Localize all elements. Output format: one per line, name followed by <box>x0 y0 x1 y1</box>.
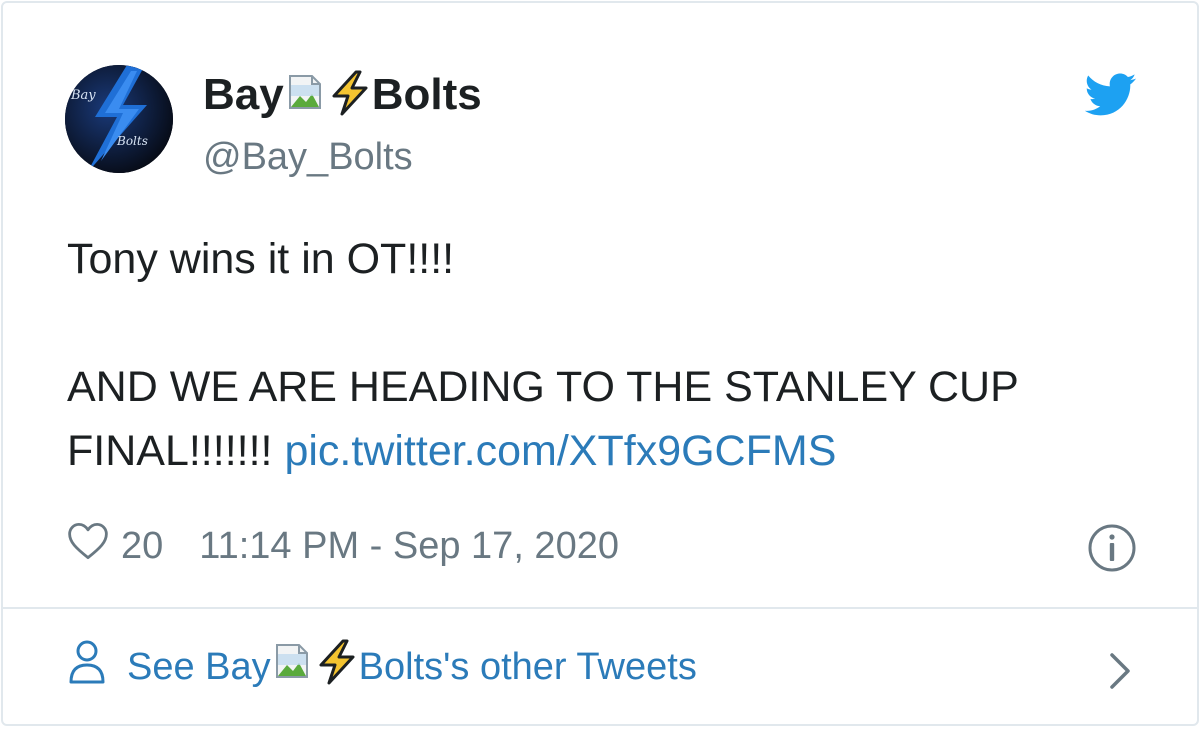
heart-icon[interactable] <box>67 521 109 571</box>
twitter-bird-icon[interactable] <box>1084 73 1137 122</box>
broken-image-icon <box>286 74 326 117</box>
divider <box>3 607 1197 609</box>
author-name-first: Bay <box>203 70 284 119</box>
author-name-last: Bolts <box>371 70 482 119</box>
broken-image-icon <box>273 643 313 691</box>
tweet-card: Bay Bolts Bay Bolts @Bay_Bolts Tony wins… <box>1 1 1199 726</box>
footer-suffix: Bolts's other Tweets <box>358 645 697 688</box>
tweet-line-3: FINAL!!!!!!! pic.twitter.com/XTfx9GCFMS <box>67 419 1147 483</box>
tweet-line-1: Tony wins it in OT!!!! <box>67 235 455 283</box>
see-other-tweets-link[interactable]: See Bay Bolts's other Tweets <box>67 638 1130 696</box>
tweet-timestamp[interactable]: 11:14 PM - Sep 17, 2020 <box>199 525 619 568</box>
info-icon[interactable] <box>1087 523 1137 578</box>
svg-text:Bolts: Bolts <box>116 134 148 148</box>
svg-text:Bay: Bay <box>70 88 96 103</box>
chevron-right-icon[interactable] <box>1107 651 1133 701</box>
author-name[interactable]: Bay Bolts <box>203 69 482 121</box>
avatar[interactable]: Bay Bolts <box>65 65 173 173</box>
person-icon <box>67 638 107 696</box>
tweet-line-3-text: FINAL!!!!!!! <box>67 427 273 475</box>
lightning-bolt-icon <box>317 639 357 695</box>
lightning-bolt-icon <box>330 70 370 121</box>
tweet-meta: 20 11:14 PM - Sep 17, 2020 <box>67 521 619 571</box>
author-handle[interactable]: @Bay_Bolts <box>203 135 413 179</box>
tweet-line-2: AND WE ARE HEADING TO THE STANLEY CUP <box>67 363 1019 411</box>
footer-prefix: See Bay <box>127 645 271 688</box>
like-count[interactable]: 20 <box>121 525 163 568</box>
tweet-media-link[interactable]: pic.twitter.com/XTfx9GCFMS <box>284 427 836 475</box>
tweet-text: Tony wins it in OT!!!! AND WE ARE HEADIN… <box>67 227 1147 483</box>
